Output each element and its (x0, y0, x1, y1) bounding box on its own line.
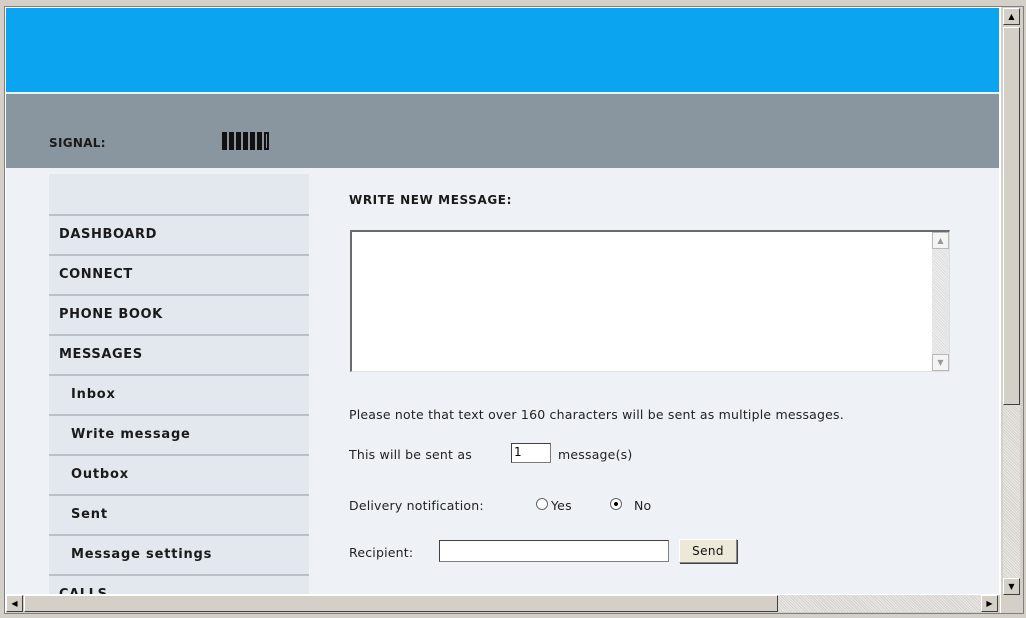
page-viewport: SIGNAL: DASHBOARD CONNECT PHONE BOOK MESSAG… (6, 8, 999, 596)
delivery-no-label: No (634, 498, 652, 513)
top-banner (6, 8, 999, 92)
message-count-field[interactable]: 1 (511, 443, 551, 463)
status-bar (6, 94, 999, 168)
signal-strength-meter (222, 132, 269, 150)
sidebar-item-dashboard[interactable]: DASHBOARD (49, 214, 309, 254)
textarea-scroll-down-icon[interactable]: ▼ (932, 354, 949, 371)
textarea-scroll-up-icon[interactable]: ▲ (932, 232, 949, 249)
send-button[interactable]: Send (679, 539, 737, 563)
browser-window: SIGNAL: DASHBOARD CONNECT PHONE BOOK MESSAG… (4, 6, 1024, 614)
sidebar-nav: DASHBOARD CONNECT PHONE BOOK MESSAGES Inbox W… (49, 174, 309, 596)
scrollbar-corner (1001, 595, 1023, 613)
signal-label: SIGNAL: (49, 136, 106, 150)
signal-bar (229, 132, 234, 150)
signal-bar (257, 132, 262, 150)
recipient-input[interactable] (439, 540, 669, 562)
sidebar-item-connect[interactable]: CONNECT (49, 254, 309, 294)
signal-bar (222, 132, 227, 150)
sidebar-item-write-message[interactable]: Write message (49, 414, 309, 454)
scroll-up-icon[interactable]: ▲ (1003, 8, 1020, 25)
textarea-scrollbar[interactable]: ▲ ▼ (932, 232, 949, 371)
scroll-down-icon[interactable]: ▼ (1003, 578, 1020, 595)
sidebar-item-calls[interactable]: CALLS (49, 574, 309, 596)
sidebar-item-message-settings[interactable]: Message settings (49, 534, 309, 574)
scroll-right-icon[interactable]: ▶ (981, 595, 998, 612)
vertical-scroll-thumb[interactable] (1003, 27, 1020, 405)
multi-message-note: Please note that text over 160 character… (349, 407, 844, 422)
horizontal-scroll-thumb[interactable] (24, 595, 778, 612)
sidebar-item-messages[interactable]: MESSAGES (49, 334, 309, 374)
signal-bar (264, 132, 269, 150)
delivery-yes-radio[interactable] (536, 498, 548, 510)
sent-as-label: This will be sent as (349, 447, 472, 462)
scroll-left-icon[interactable]: ◀ (6, 595, 23, 612)
sidebar-item-sent[interactable]: Sent (49, 494, 309, 534)
page-title: WRITE NEW MESSAGE: (349, 193, 512, 207)
horizontal-scrollbar[interactable]: ◀ ▶ (6, 594, 1000, 613)
vertical-scrollbar[interactable]: ▲ ▼ (1000, 7, 1023, 597)
message-textarea[interactable]: ▲ ▼ (350, 230, 950, 372)
signal-bar (236, 132, 241, 150)
sent-as-suffix: message(s) (558, 447, 633, 462)
signal-bar (243, 132, 248, 150)
signal-bar (250, 132, 255, 150)
delivery-no-radio[interactable] (610, 498, 622, 510)
vertical-scroll-track[interactable] (1003, 405, 1020, 578)
sidebar-item-phone-book[interactable]: PHONE BOOK (49, 294, 309, 334)
sidebar-item-outbox[interactable]: Outbox (49, 454, 309, 494)
delivery-notification-label: Delivery notification: (349, 498, 484, 513)
recipient-label: Recipient: (349, 545, 414, 560)
delivery-yes-label: Yes (551, 498, 572, 513)
horizontal-scroll-track[interactable] (778, 595, 981, 612)
sidebar-item-inbox[interactable]: Inbox (49, 374, 309, 414)
